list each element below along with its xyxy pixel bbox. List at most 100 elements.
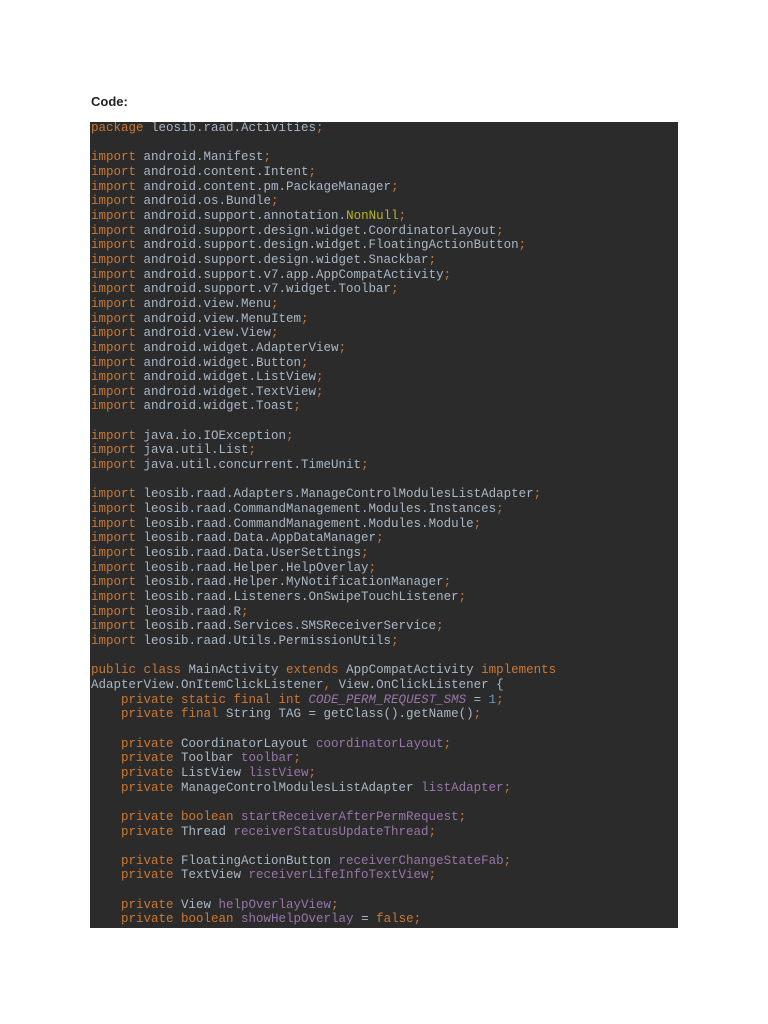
code-token: import	[91, 619, 137, 634]
code-token: coordinatorLayout	[316, 736, 444, 751]
code-line: private TextView receiverLifeInfoTextVie…	[91, 868, 556, 883]
code-token: ;	[473, 707, 482, 722]
code-line: import android.widget.ListView;	[91, 370, 556, 385]
code-token: ;	[391, 282, 399, 297]
code-token: import	[91, 575, 137, 590]
code-token: private static final int	[91, 692, 309, 707]
code-token: ManageControlModulesListAdapter	[181, 780, 422, 795]
code-token: ;	[458, 590, 467, 604]
code-token: String TAG = getClass().getName()	[226, 707, 474, 722]
code-token: android.Manifest	[136, 150, 264, 165]
code-screenshot: package leosib.raad.Activities; import an…	[90, 122, 678, 928]
code-line: import leosib.raad.Data.UserSettings;	[91, 546, 556, 561]
code-token: AdapterView.OnItemClickListener	[91, 677, 324, 692]
code-token: ;	[286, 428, 294, 443]
code-token: ;	[331, 897, 339, 912]
code-token: receiverChangeStateFab	[338, 853, 504, 868]
code-token: ;	[496, 692, 504, 707]
code-line: private CoordinatorLayout coordinatorLay…	[91, 737, 556, 752]
code-token: package	[91, 122, 144, 135]
code-token: import	[91, 531, 137, 546]
code-token: ;	[533, 487, 542, 502]
code-token: leosib.raad.Helper.HelpOverlay	[136, 560, 369, 575]
code-line: private static final int CODE_PERM_REQUE…	[91, 693, 556, 708]
code-token: import	[91, 399, 137, 414]
code-token: android.widget.ListView	[136, 370, 317, 385]
code-token: ;	[316, 370, 324, 385]
code-token: ;	[428, 252, 437, 267]
code-line: import leosib.raad.Data.AppDataManager;	[91, 531, 556, 546]
code-token: import	[91, 164, 137, 179]
code-line: import android.widget.TextView;	[91, 385, 556, 400]
code-token: android.content.pm.PackageManager	[136, 179, 392, 194]
code-token: import	[91, 590, 137, 604]
code-token: ;	[443, 575, 452, 590]
code-token: listAdapter	[421, 780, 504, 795]
code-line: package leosib.raad.Activities;	[91, 122, 556, 136]
code-token: ;	[398, 208, 407, 223]
code-token: android.view.View	[136, 326, 272, 341]
code-line: import leosib.raad.Helper.MyNotification…	[91, 575, 556, 590]
code-token: import	[91, 252, 137, 267]
code-line: import android.support.design.widget.Sna…	[91, 253, 556, 268]
code-token: leosib.raad.Utils.PermissionUtils	[136, 633, 392, 648]
code-token: ;	[301, 355, 309, 370]
code-token: ;	[271, 326, 279, 341]
code-line: import leosib.raad.R;	[91, 605, 556, 620]
code-token: Toolbar	[181, 751, 242, 766]
code-token: private	[91, 868, 182, 883]
code-token: android.widget.Button	[136, 355, 302, 370]
code-token: View	[181, 897, 219, 912]
code-token: TextView	[181, 868, 249, 883]
code-token: ;	[391, 179, 399, 194]
code-line: import android.support.design.widget.Coo…	[91, 224, 556, 239]
code-token: ;	[316, 384, 324, 399]
code-token: leosib.raad.Listeners.OnSwipeTouchListen…	[136, 590, 459, 604]
code-token: ;	[518, 238, 527, 253]
code-token: import	[91, 282, 137, 297]
code-token: =	[353, 912, 377, 927]
code-token: startReceiverAfterPermRequest	[241, 809, 459, 824]
code-line: AdapterView.OnItemClickListener, View.On…	[91, 678, 556, 693]
code-token: import	[91, 633, 137, 648]
code-line: import android.Manifest;	[91, 150, 556, 165]
code-token: ;	[391, 633, 399, 648]
code-token: ;	[271, 296, 279, 311]
code-line: import leosib.raad.CommandManagement.Mod…	[91, 517, 556, 532]
code-token: ;	[338, 340, 347, 355]
code-token: showHelpOverlay	[241, 912, 354, 927]
code-token: import	[91, 604, 137, 619]
code-token: import	[91, 355, 137, 370]
code-token: private boolean	[91, 912, 242, 927]
code-token: import	[91, 326, 137, 341]
code-token: ;	[503, 853, 512, 868]
code-token: MainActivity	[181, 663, 287, 678]
code-line: private boolean showHelpOverlay = false;	[91, 912, 556, 927]
code-token: import	[91, 370, 137, 385]
code-token: import	[91, 296, 137, 311]
code-token: leosib.raad.Data.AppDataManager	[136, 531, 377, 546]
code-token: import	[91, 223, 137, 238]
code-line: private FloatingActionButton receiverCha…	[91, 854, 556, 869]
code-token: ;	[263, 150, 272, 165]
code-token: ,	[323, 677, 332, 692]
code-line: import java.util.List;	[91, 443, 556, 458]
code-token: leosib.raad.CommandManagement.Modules.In…	[136, 502, 497, 517]
code-token: ;	[316, 122, 324, 135]
code-token: leosib.raad.Helper.MyNotificationManager	[136, 575, 444, 590]
code-token: import	[91, 487, 137, 502]
code-token: listView	[248, 765, 309, 780]
code-token: ;	[361, 458, 369, 473]
code-token: ;	[428, 868, 437, 883]
code-token: ;	[368, 560, 377, 575]
code-token: android.os.Bundle	[136, 194, 272, 209]
code-token: ;	[308, 765, 317, 780]
section-heading: Code:	[91, 94, 128, 109]
code-token: android.support.v7.app.AppCompatActivity	[136, 267, 444, 282]
code-token: public class	[91, 663, 182, 678]
